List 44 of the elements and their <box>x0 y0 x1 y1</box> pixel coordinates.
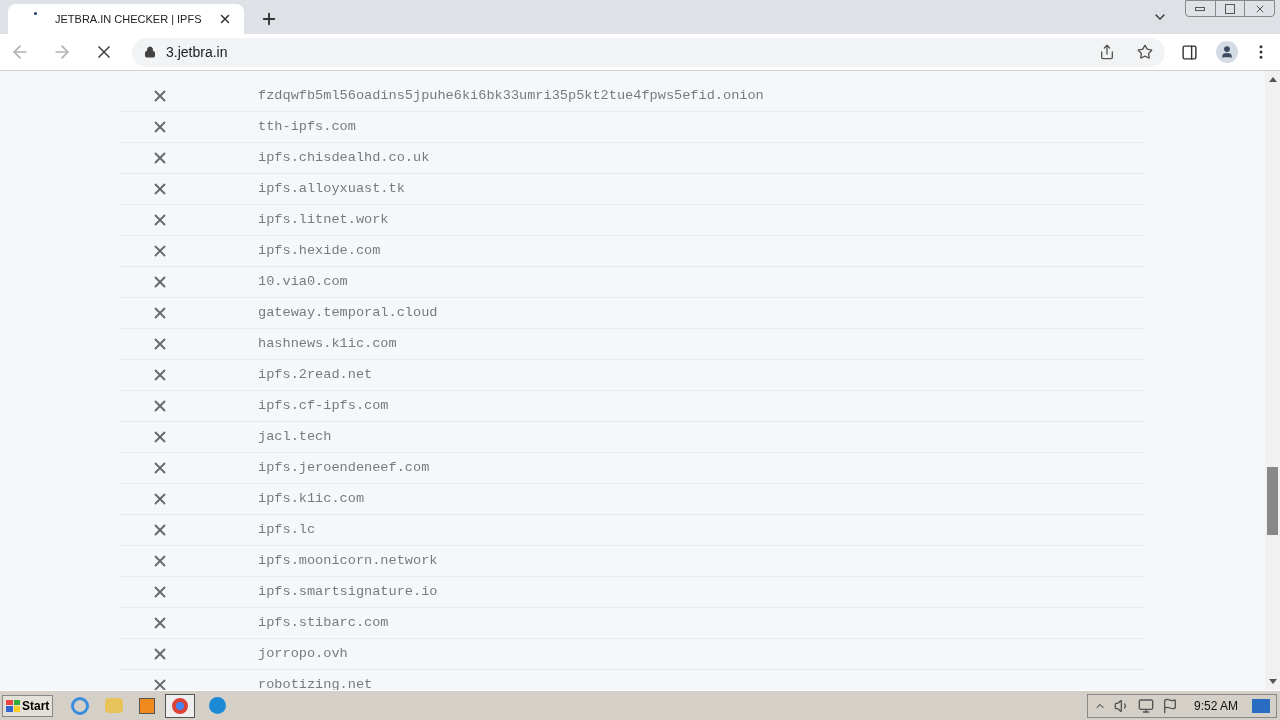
bookmark-icon[interactable] <box>1137 44 1153 60</box>
gateway-host: gateway.temporal.cloud <box>258 303 438 322</box>
media-player-icon[interactable] <box>139 697 156 714</box>
side-panel-icon[interactable] <box>1181 43 1198 61</box>
chrome-taskbar-button[interactable] <box>165 693 196 718</box>
gateway-host: ipfs.jeroendeneef.com <box>258 458 430 477</box>
gateway-host: hashnews.k1ic.com <box>258 334 397 353</box>
gateway-host: robotizing.net <box>258 675 373 690</box>
gateway-host: jorropo.ovh <box>258 644 348 663</box>
address-text: 3.jetbra.in <box>166 42 229 62</box>
clock: 9:52 AM <box>1193 697 1238 715</box>
gateway-host: 10.via0.com <box>258 272 348 291</box>
gateway-host: jacl.tech <box>258 427 332 446</box>
gateway-host: ipfs.chisdealhd.co.uk <box>258 148 430 167</box>
gateway-host: ipfs.smartsignature.io <box>258 582 438 601</box>
show-desktop-icon[interactable] <box>1252 698 1270 713</box>
network-icon[interactable] <box>1137 697 1154 714</box>
gateway-host: ipfs.2read.net <box>258 365 373 384</box>
lock-icon <box>144 46 156 58</box>
browser-tab[interactable]: JETBRA.IN CHECKER | IPFS <box>8 4 244 34</box>
favicon-icon <box>34 11 37 15</box>
address-bar[interactable]: 3.jetbra.in <box>132 37 1165 67</box>
gateway-host: ipfs.k1ic.com <box>258 489 365 508</box>
start-button[interactable]: Start <box>2 694 54 717</box>
gateway-host: tth-ipfs.com <box>258 117 356 136</box>
tab-title: JETBRA.IN CHECKER | IPFS <box>55 11 203 27</box>
gateway-host: ipfs.stibarc.com <box>258 613 389 632</box>
gateway-host: ipfs.hexide.com <box>258 241 381 260</box>
profile-icon[interactable] <box>1216 41 1238 63</box>
gateway-host: fzdqwfb5ml56oadins5jpuhe6ki6bk33umri35p5kt2tue4fpws5efid.onion <box>258 86 764 105</box>
new-tab-icon[interactable] <box>260 10 278 28</box>
scroll-up-icon[interactable] <box>1268 77 1277 82</box>
gateway-host: ipfs.cf-ipfs.com <box>258 396 389 415</box>
scroll-down-icon[interactable] <box>1268 679 1277 684</box>
share-icon[interactable] <box>1099 44 1115 60</box>
scroll-thumb[interactable] <box>1267 467 1278 535</box>
gateway-host: ipfs.moonicorn.network <box>258 551 438 570</box>
flag-icon[interactable] <box>1161 697 1178 714</box>
gateway-host: ipfs.litnet.work <box>258 210 389 229</box>
windows-logo-icon <box>6 699 20 712</box>
gateway-host: ipfs.lc <box>258 520 316 539</box>
scrollbar[interactable] <box>1265 71 1280 690</box>
close-icon[interactable] <box>218 12 232 26</box>
gateway-host: ipfs.alloyxuast.tk <box>258 179 405 198</box>
